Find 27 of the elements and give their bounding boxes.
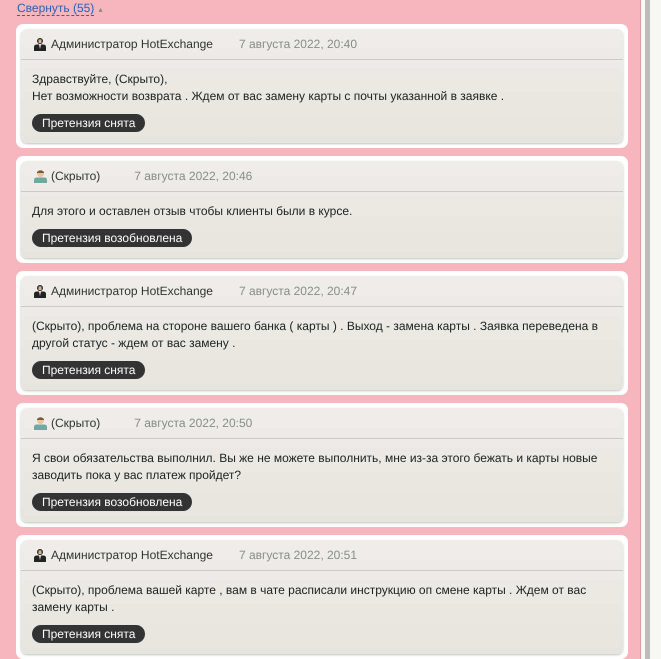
message-time: 7 августа 2022, 20:40 xyxy=(238,36,358,53)
collapse-link[interactable]: Свернуть (55) xyxy=(17,1,94,16)
message-text: Здравствуйте, (Скрыто), Нет возможности возврата . Ждем от вас замену карты с почты указанной в заявке . xyxy=(32,71,506,105)
message-text: Для этого и оставлен отзыв чтобы клиенты были в курсе. xyxy=(32,203,354,220)
author-name: (Скрыто) xyxy=(51,168,100,185)
author-name: Администратор HotExchange xyxy=(51,547,213,564)
collapse-arrow: ▴ xyxy=(98,4,102,16)
author-name: Администратор HotExchange xyxy=(51,283,213,300)
status-badge: Претензия снята xyxy=(32,114,146,132)
person-icon xyxy=(33,548,47,562)
status-badge: Претензия снята xyxy=(32,361,146,379)
person-icon xyxy=(33,169,48,183)
author-name: Администратор HotExchange xyxy=(51,36,213,53)
message-time: 7 августа 2022, 20:50 xyxy=(134,415,252,432)
person-icon xyxy=(33,37,47,51)
author-name: (Скрыто) xyxy=(51,415,100,432)
person-icon xyxy=(33,284,47,298)
message-time: 7 августа 2022, 20:51 xyxy=(238,547,358,564)
status-badge: Претензия снята xyxy=(32,625,146,643)
message-text: (Скрыто), проблема вашей карте , вам в чате расписали инструкцию оп смене карты . Ждем от вас замену карты . xyxy=(32,582,588,616)
person-icon xyxy=(33,416,48,430)
message-time: 7 августа 2022, 20:47 xyxy=(238,283,358,300)
message-text: (Скрыто), проблема на стороне вашего банка ( карты ) . Выход - замена карты . Заявка переведена в другой статус - ждем от вас замену . xyxy=(32,318,600,352)
status-badge: Претензия возобновлена xyxy=(32,493,192,511)
status-badge: Претензия возобновлена xyxy=(32,229,192,247)
message-text: Я свои обязательства выполнил. Вы же не можете выполнить, мне из-за этого бежать и карты новые заводить пока у вас платеж пройдет? xyxy=(32,450,598,484)
message-time: 7 августа 2022, 20:46 xyxy=(134,168,252,185)
